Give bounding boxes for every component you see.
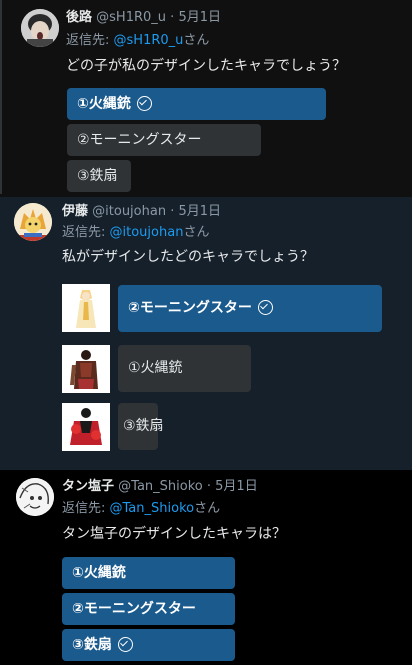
poll-option-3[interactable]: ③鉄扇 [67, 160, 131, 192]
reply-prefix: 返信先: [62, 501, 110, 516]
dot-separator: · [206, 479, 212, 494]
tweet-text-2: 私がデザインしたどのキャラでしょう？ [62, 249, 314, 265]
avatar-image-1 [21, 9, 59, 47]
check-circle-icon [117, 637, 133, 652]
tweet-2[interactable]: 伊藤 @itoujohan · 5月1日 返信先: @itoujohanさん 私… [0, 197, 412, 470]
poll-option-2[interactable]: ①火縄銃 [118, 345, 251, 392]
display-name[interactable]: 後路 [66, 10, 92, 25]
timestamp[interactable]: 5月1日 [179, 204, 222, 219]
handle[interactable]: @sH1R0_u [96, 10, 166, 25]
handle[interactable]: @Tan_Shioko [118, 479, 203, 494]
dot-separator: · [170, 10, 175, 25]
tweet-text-1: どの子が私のデザインしたキャラでしょう？ [66, 58, 346, 74]
tweet-header-1: 後路 @sH1R0_u · 5月1日 [66, 9, 221, 27]
reply-mention[interactable]: @Tan_Shioko [110, 501, 195, 516]
reply-context-3: 返信先: @Tan_Shiokoさん [62, 500, 220, 518]
reply-suffix: さん [183, 33, 210, 48]
avatar-1[interactable] [21, 9, 59, 47]
tweet-text-3: タン塩子のデザインしたキャラは？ [62, 526, 286, 542]
reply-suffix: さん [194, 501, 221, 516]
poll-option-label: ①火縄銃 [128, 360, 183, 376]
timestamp[interactable]: 5月1日 [178, 10, 221, 25]
poll-option-label: ②モーニングスター [77, 132, 202, 148]
handle[interactable]: @itoujohan [92, 204, 166, 219]
thread-line [0, 0, 2, 194]
option-thumbnail-3[interactable] [62, 403, 110, 451]
tweet-header-2: 伊藤 @itoujohan · 5月1日 [62, 203, 221, 221]
poll-option-2[interactable]: ②モーニングスター [62, 593, 235, 625]
check-circle-icon [136, 96, 152, 111]
poll-option-label: ①火縄銃 [77, 96, 131, 112]
reply-mention[interactable]: @sH1R0_u [114, 33, 184, 48]
check-circle-icon [257, 300, 273, 315]
poll-option-3[interactable]: ③鉄扇 [118, 403, 164, 450]
poll-option-label: ③鉄扇 [77, 168, 118, 184]
display-name[interactable]: 伊藤 [62, 204, 88, 219]
option-thumbnail-2[interactable] [62, 345, 110, 393]
poll-option-label: ②モーニングスター [72, 601, 196, 617]
reply-prefix: 返信先: [66, 33, 114, 48]
tweet-3[interactable]: タン塩子 @Tan_Shioko · 5月1日 返信先: @Tan_Shioko… [0, 470, 412, 665]
avatar-image-2 [14, 203, 52, 241]
poll-option-1[interactable]: ①火縄銃 [67, 88, 326, 120]
reply-prefix: 返信先: [62, 225, 110, 240]
poll-option-label: ①火縄銃 [72, 565, 126, 581]
avatar-image-3 [16, 478, 54, 516]
display-name[interactable]: タン塩子 [62, 479, 114, 494]
option-thumbnail-1[interactable] [62, 284, 110, 332]
poll-option-label: ③鉄扇 [123, 418, 164, 434]
poll-option-label: ②モーニングスター [128, 300, 252, 316]
poll-option-1[interactable]: ①火縄銃 [62, 557, 235, 589]
tweet-1[interactable]: 後路 @sH1R0_u · 5月1日 返信先: @sH1R0_uさん どの子が私… [0, 0, 412, 197]
reply-context-2: 返信先: @itoujohanさん [62, 224, 209, 242]
poll-option-3[interactable]: ③鉄扇 [62, 629, 235, 661]
character-image [62, 345, 110, 393]
reply-mention[interactable]: @itoujohan [110, 225, 184, 240]
poll-option-2[interactable]: ②モーニングスター [67, 124, 261, 156]
poll-option-label: ③鉄扇 [72, 637, 112, 653]
poll-option-1[interactable]: ②モーニングスター [118, 285, 382, 332]
avatar-2[interactable] [14, 203, 52, 241]
avatar-3[interactable] [16, 478, 54, 516]
character-image [62, 403, 110, 451]
tweet-header-3: タン塩子 @Tan_Shioko · 5月1日 [62, 478, 258, 496]
character-image [62, 284, 110, 332]
timestamp[interactable]: 5月1日 [215, 479, 258, 494]
reply-suffix: さん [183, 225, 210, 240]
dot-separator: · [170, 204, 175, 219]
reply-context-1: 返信先: @sH1R0_uさん [66, 32, 209, 50]
